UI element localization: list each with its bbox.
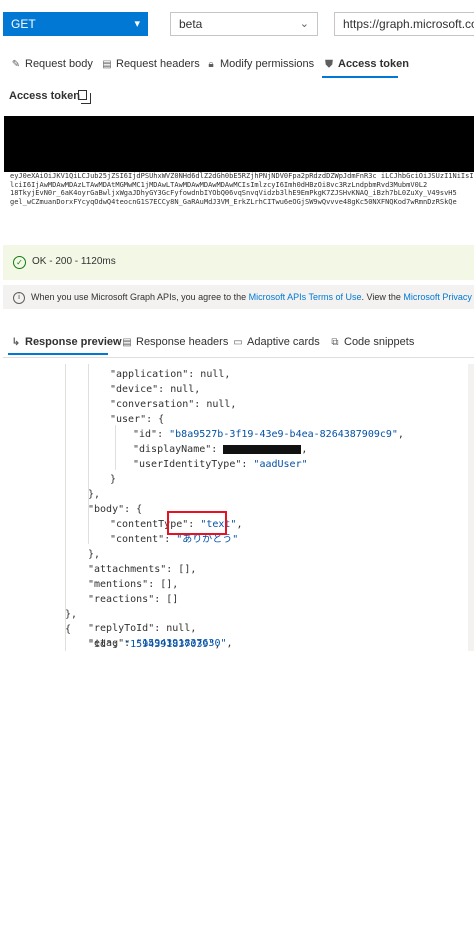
terms-of-use-link[interactable]: Microsoft APIs Terms of Use [249, 292, 362, 302]
copy-icon[interactable] [78, 90, 91, 104]
tab-adaptive-cards[interactable]: ▭ Adaptive cards [232, 333, 320, 351]
json-line: }, [88, 549, 101, 560]
info-middle: . View the [361, 292, 401, 302]
tab-code-snippets[interactable]: ⧉ Code snippets [329, 333, 414, 351]
json-line: "device": null, [110, 384, 201, 395]
shield-icon: ⛊ [325, 59, 333, 70]
json-key: "id" [133, 429, 158, 440]
json-line: "body": { [88, 504, 143, 515]
active-tab-indicator [8, 353, 108, 355]
tab-label: Request body [25, 58, 93, 70]
tab-label: Request headers [116, 58, 200, 70]
info-prefix: When you use Microsoft Graph APIs, you a… [31, 292, 247, 302]
http-method-value: GET [11, 17, 36, 31]
json-key: "content" [110, 534, 165, 545]
preview-icon: ↳ [11, 337, 21, 348]
card-icon: ▭ [233, 337, 243, 348]
json-key: "displayName" [133, 444, 212, 455]
response-json-viewer[interactable]: "application": null, "device": null, "co… [0, 364, 474, 651]
tab-response-preview[interactable]: ↳ Response preview [10, 333, 122, 351]
tab-request-body[interactable]: ✎ Request body [10, 55, 93, 73]
tab-response-headers[interactable]: ▤ Response headers [121, 333, 228, 351]
api-version-select[interactable]: beta ⌄ [170, 12, 318, 36]
code-icon: ⧉ [331, 337, 339, 348]
json-line: "mentions": [], [88, 579, 179, 590]
json-line: "attachments": [], [88, 564, 197, 575]
lock-icon: 🔒︎ [208, 59, 214, 70]
tab-modify-permissions[interactable]: 🔒︎ Modify permissions [205, 55, 314, 73]
tab-label: Response preview [25, 336, 122, 348]
pencil-icon: ✎ [11, 59, 21, 70]
divider [3, 357, 474, 358]
json-line: }, [88, 489, 101, 500]
json-line: } [110, 474, 117, 485]
terms-info-banner: i When you use Microsoft Graph APIs, you … [3, 285, 474, 309]
http-method-select[interactable]: GET ▾ [3, 12, 148, 36]
json-line: "conversation": null, [110, 399, 237, 410]
tab-label: Access token [338, 58, 409, 70]
access-token-text: eyJ0eXAiOiJKV1QiLCJub25jZSI6IjdPSUhxWVZ0… [10, 172, 474, 206]
json-line: "id": "b8a9527b-3f19-43e9-b4ea-826438790… [133, 429, 404, 440]
json-value: "aadUser" [253, 459, 308, 470]
tab-label: Response headers [136, 336, 229, 348]
json-line: "replyToId": null, [88, 623, 197, 634]
json-line: "displayName": , [133, 444, 308, 455]
json-value: "1594391837630" [136, 638, 227, 649]
tab-access-token[interactable]: ⛊ Access token [323, 55, 409, 73]
content-highlight-box [167, 511, 227, 535]
json-line: "application": null, [110, 369, 231, 380]
json-line: "userIdentityType": "aadUser" [133, 459, 308, 470]
redacted-display-name [223, 444, 302, 454]
json-line: "etag": "1594391837630", [88, 638, 233, 649]
tab-label: Code snippets [344, 336, 415, 348]
redacted-token-block [4, 116, 474, 172]
json-value: "b8a9527b-3f19-43e9-b4ea-8264387909c9" [169, 429, 398, 440]
json-overflow [0, 652, 474, 939]
chevron-down-icon: ⌄ [299, 18, 309, 30]
json-line: "user": { [110, 414, 165, 425]
json-key: "etag" [88, 638, 125, 649]
status-bar: ✓ OK - 200 - 1120ms [3, 245, 474, 280]
checkmark-icon: ✓ [13, 256, 26, 269]
json-line: "reactions": [] [88, 594, 179, 605]
request-url-input[interactable]: https://graph.microsoft.com/b [334, 12, 474, 36]
access-token-label: Access token [9, 90, 80, 102]
active-tab-indicator [322, 76, 398, 78]
scrollbar[interactable] [468, 364, 474, 651]
json-key: "userIdentityType" [133, 459, 242, 470]
json-line: { [65, 624, 72, 635]
status-text: OK - 200 - 1120ms [32, 256, 116, 267]
json-line: }, [65, 609, 78, 620]
info-icon: i [13, 291, 25, 304]
request-url-value: https://graph.microsoft.com/b [343, 17, 474, 31]
document-icon: ▤ [102, 59, 112, 70]
json-value: "ありがとう" [176, 534, 239, 545]
tab-label: Modify permissions [220, 58, 315, 70]
tab-request-headers[interactable]: ▤ Request headers [101, 55, 200, 73]
api-version-value: beta [179, 17, 203, 31]
chevron-down-icon: ▾ [134, 18, 140, 30]
tab-label: Adaptive cards [247, 336, 320, 348]
privacy-statement-link[interactable]: Microsoft Privacy Stateme [403, 292, 474, 302]
document-icon: ▤ [122, 337, 132, 348]
